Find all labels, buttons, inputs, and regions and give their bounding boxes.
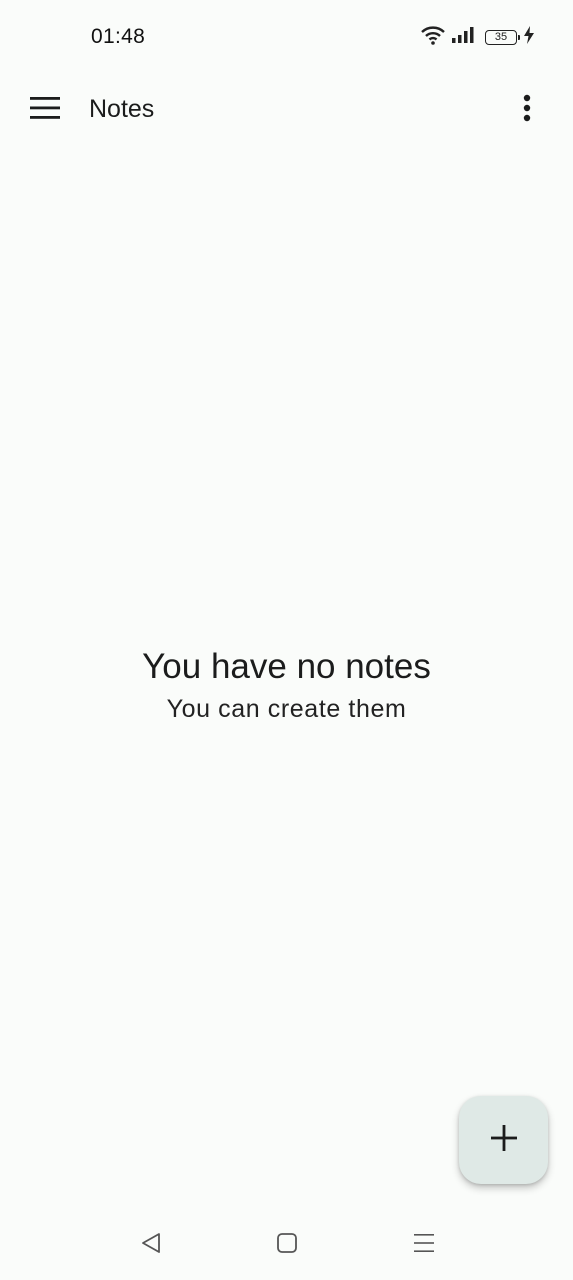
status-icons: 35 [421, 24, 535, 50]
menu-button[interactable] [17, 84, 73, 136]
charging-icon [523, 25, 535, 49]
empty-state-title: You have no notes [142, 647, 431, 686]
wifi-icon [421, 25, 445, 50]
nav-back-button[interactable] [136, 1230, 166, 1260]
nav-home-button[interactable] [272, 1230, 302, 1260]
more-vert-icon [523, 94, 531, 127]
recents-icon [413, 1232, 435, 1259]
signal-icon [451, 25, 475, 50]
empty-state-subtitle: You can create them [166, 695, 407, 723]
notes-screen: 01:48 35 Notes You have no notes You can… [0, 0, 573, 1280]
more-options-button[interactable] [501, 84, 553, 136]
plus-icon [490, 1124, 517, 1156]
hamburger-menu-icon [30, 96, 60, 124]
add-note-button[interactable] [459, 1096, 548, 1184]
app-bar: Notes [0, 72, 573, 148]
home-icon [276, 1232, 298, 1259]
empty-state: You have no notes You can create them [0, 645, 573, 725]
system-nav-bar [0, 1210, 573, 1280]
battery-icon: 35 [485, 29, 520, 45]
back-icon [140, 1232, 162, 1259]
status-bar: 01:48 35 [0, 0, 573, 72]
status-time: 01:48 [91, 25, 146, 48]
nav-recents-button[interactable] [409, 1230, 439, 1260]
battery-level: 35 [494, 31, 508, 43]
page-title: Notes [89, 95, 155, 123]
